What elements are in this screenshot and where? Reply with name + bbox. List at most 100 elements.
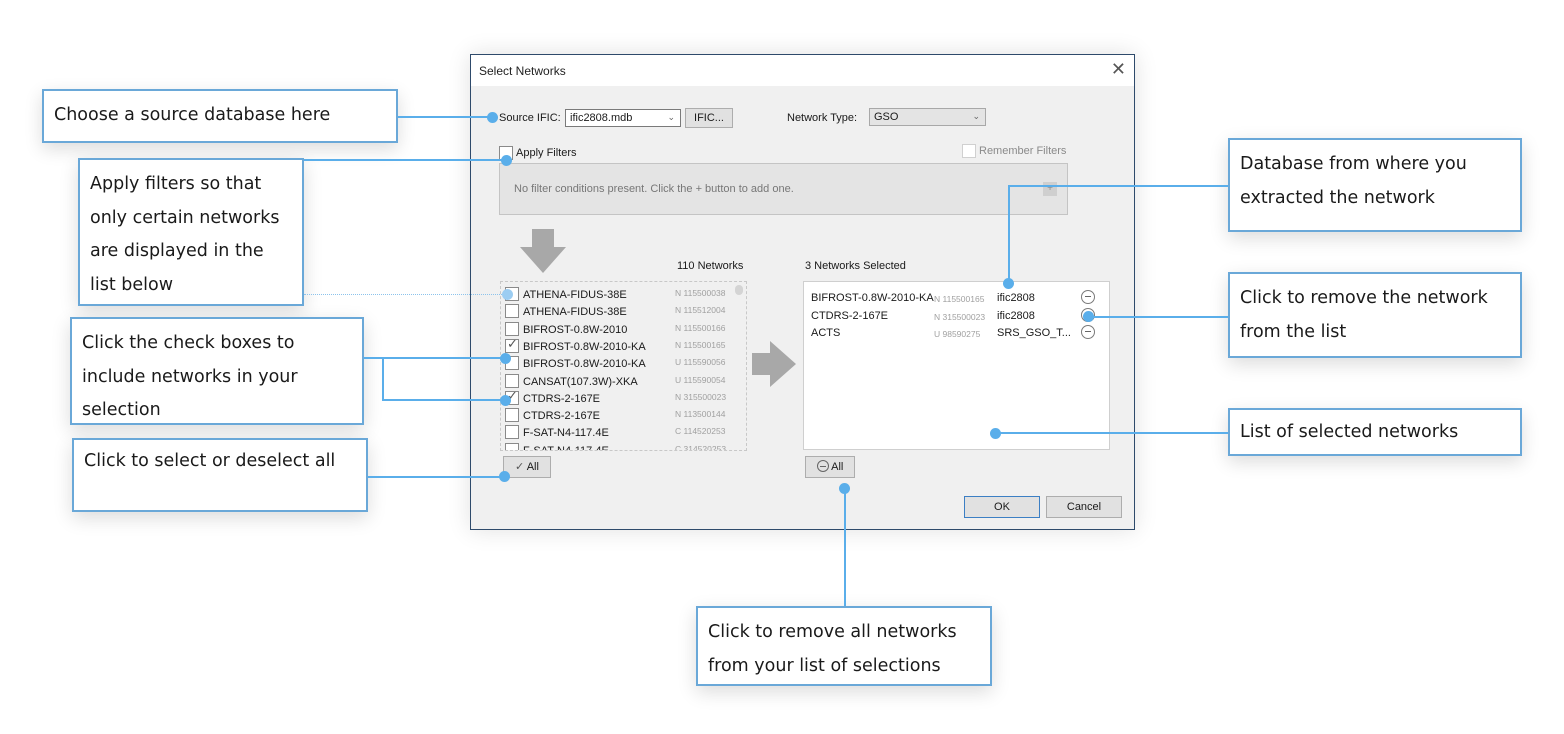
- connector-line: [368, 476, 504, 478]
- available-network-row[interactable]: BIFROST-0.8W-2010 N 115500166: [501, 321, 746, 338]
- network-name: BIFROST-0.8W-2010-KA: [811, 292, 934, 304]
- network-name: CTDRS-2-167E: [811, 309, 889, 322]
- available-network-row[interactable]: CTDRS-2-167E N 113500144: [501, 407, 746, 424]
- selected-network-row: ACTS U 98590275 SRS_GSO_T...: [804, 324, 1109, 341]
- network-id: N 115500165: [675, 339, 726, 350]
- network-name: F-SAT-N4-117.4E: [523, 427, 609, 440]
- network-checkbox[interactable]: [505, 408, 519, 423]
- callout-remove-network: Click to remove the network from the lis…: [1228, 272, 1522, 358]
- chevron-down-icon: ⌄: [972, 111, 980, 121]
- connector-dot: [502, 289, 513, 300]
- connector-line: [844, 489, 846, 606]
- available-network-row[interactable]: ✓ CTDRS-2-167E N 315500023: [501, 388, 746, 407]
- available-network-row[interactable]: ATHENA-FIDUS-38E N 115500038: [501, 286, 746, 303]
- network-name: F-SAT-N4-117.4E: [523, 444, 609, 451]
- remove-all-button[interactable]: All: [805, 456, 855, 478]
- callout-selected-list: List of selected networks: [1228, 408, 1522, 456]
- callout-source-database: Choose a source database here: [42, 89, 398, 143]
- dialog-title: Select Networks: [479, 64, 566, 78]
- source-ific-dropdown[interactable]: ific2808.mdb ⌄: [565, 109, 681, 127]
- remember-filters-label: Remember Filters: [979, 145, 1067, 157]
- select-all-label: All: [526, 461, 539, 473]
- network-name: ATHENA-FIDUS-38E: [523, 306, 627, 319]
- network-type-dropdown[interactable]: GSO ⌄: [869, 108, 986, 126]
- network-id: U 115590056: [675, 357, 726, 368]
- network-id: N 315500023: [934, 311, 986, 322]
- network-name: BIFROST-0.8W-2010-KA: [523, 358, 646, 371]
- network-name: BIFROST-0.8W-2010: [523, 323, 628, 336]
- network-id: U 98590275: [934, 329, 981, 339]
- title-bar: Select Networks ✕: [471, 55, 1134, 86]
- network-name: CTDRS-2-167E: [523, 392, 601, 405]
- remove-network-icon[interactable]: [1081, 325, 1095, 339]
- callout-check-boxes: Click the check boxes to include network…: [70, 317, 364, 425]
- available-network-row[interactable]: ATHENA-FIDUS-38E N 115512004: [501, 303, 746, 320]
- network-id: N 315500023: [675, 391, 727, 402]
- network-checkbox[interactable]: [505, 304, 519, 319]
- selected-network-row: CTDRS-2-167E N 315500023 ific2808: [804, 307, 1109, 324]
- network-id: U 115590054: [675, 374, 726, 385]
- network-type-value: GSO: [874, 111, 899, 123]
- network-id: N 113500144: [675, 409, 726, 420]
- connector-line: [382, 399, 508, 401]
- network-checkbox[interactable]: [505, 425, 519, 440]
- minus-circle-icon: [816, 460, 829, 472]
- connector-line: [364, 357, 508, 359]
- select-networks-dialog: Select Networks ✕ Source IFIC: ific2808.…: [470, 54, 1135, 530]
- connector-dot: [1083, 311, 1094, 322]
- network-id: N 115500166: [675, 322, 726, 333]
- network-checkbox[interactable]: [505, 373, 519, 388]
- callout-database-source: Database from where you extracted the ne…: [1228, 138, 1522, 232]
- available-network-row[interactable]: F-SAT-N4-117.4E C 314520253: [501, 442, 746, 451]
- check-icon: ✓: [507, 335, 518, 351]
- connector-dot: [499, 471, 510, 482]
- remember-filters-checkbox[interactable]: [962, 144, 976, 158]
- available-network-row[interactable]: F-SAT-N4-117.4E C 114520253: [501, 424, 746, 441]
- connector-dotted-line: [304, 294, 508, 295]
- connector-dot: [1003, 278, 1014, 289]
- ific-browse-button[interactable]: IFIC...: [685, 108, 733, 128]
- network-database: SRS_GSO_T...: [997, 327, 1071, 339]
- connector-dot: [990, 428, 1001, 439]
- filter-empty-message: No filter conditions present. Click the …: [514, 183, 794, 195]
- network-checkbox[interactable]: [505, 321, 519, 336]
- available-networks-count: 110 Networks: [677, 260, 744, 272]
- selected-network-row: BIFROST-0.8W-2010-KA N 115500165 ific2808: [804, 289, 1109, 306]
- ok-button[interactable]: OK: [964, 496, 1040, 518]
- arrow-right-icon: [752, 341, 796, 387]
- available-network-row[interactable]: CANSAT(107.3W)-XKA U 115590054: [501, 373, 746, 390]
- close-icon[interactable]: ✕: [1111, 59, 1126, 79]
- selected-networks-list[interactable]: BIFROST-0.8W-2010-KA N 115500165 ific2808 C…: [803, 281, 1110, 450]
- network-checkbox[interactable]: [505, 442, 519, 450]
- connector-line: [398, 116, 493, 118]
- callout-remove-all: Click to remove all networks from your l…: [696, 606, 992, 686]
- connector-dot: [500, 395, 511, 406]
- connector-line: [996, 432, 1228, 434]
- connector-line: [382, 357, 384, 401]
- connector-line: [304, 159, 507, 161]
- filter-conditions-panel: No filter conditions present. Click the …: [499, 163, 1068, 215]
- network-name: CANSAT(107.3W)-XKA: [523, 375, 638, 388]
- connector-dot: [501, 155, 512, 166]
- network-name: ATHENA-FIDUS-38E: [523, 289, 627, 301]
- chevron-down-icon: ⌄: [667, 112, 675, 122]
- callout-apply-filters: Apply filters so that only certain netwo…: [78, 158, 304, 306]
- network-id: C 114520253: [675, 426, 726, 437]
- available-network-row[interactable]: BIFROST-0.8W-2010-KA U 115590056: [501, 355, 746, 372]
- arrow-down-icon: [520, 229, 566, 273]
- network-id: C 314520253: [675, 443, 727, 451]
- connector-line: [1008, 185, 1010, 283]
- network-name: CTDRS-2-167E: [523, 410, 601, 423]
- cancel-button[interactable]: Cancel: [1046, 496, 1122, 518]
- check-icon: ✓: [515, 461, 525, 473]
- selected-networks-count: 3 Networks Selected: [805, 260, 906, 272]
- remove-network-icon[interactable]: [1081, 290, 1095, 304]
- select-all-button[interactable]: ✓ All: [503, 456, 551, 478]
- network-id: N 115512004: [675, 305, 726, 316]
- callout-select-all: Click to select or deselect all: [72, 438, 368, 512]
- available-network-row[interactable]: ✓ BIFROST-0.8W-2010-KA N 115500165: [501, 335, 746, 355]
- apply-filters-label: Apply Filters: [516, 147, 577, 159]
- network-id: N 115500165: [934, 294, 985, 304]
- available-networks-list[interactable]: ATHENA-FIDUS-38E N 115500038 ATHENA-FIDUS-…: [500, 281, 747, 451]
- network-id: N 115500038: [675, 288, 726, 298]
